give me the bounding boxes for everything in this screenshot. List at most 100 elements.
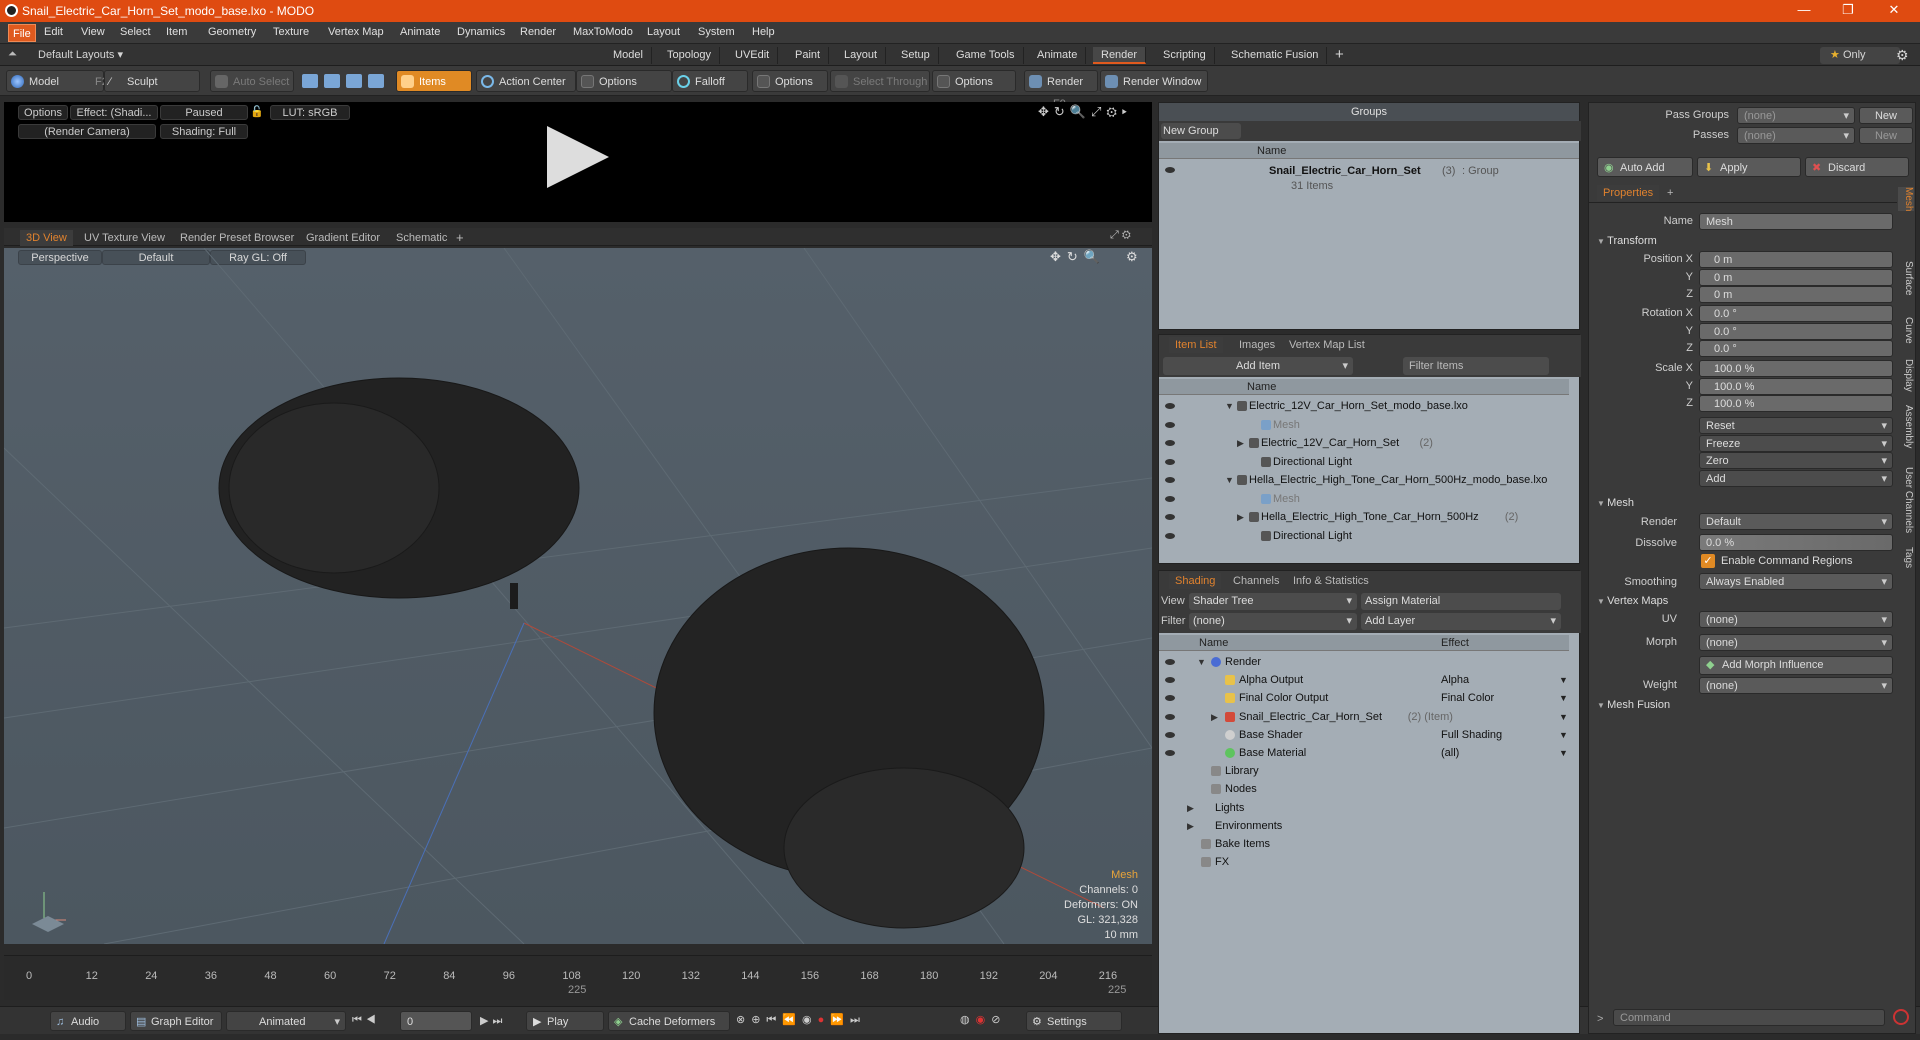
new-pass-button[interactable]: New bbox=[1859, 127, 1913, 144]
tab-vertex-map-list[interactable]: Vertex Map List bbox=[1283, 337, 1371, 353]
menu-view[interactable]: View bbox=[81, 26, 105, 38]
render-camera-dropdown[interactable]: (Render Camera) bbox=[18, 124, 156, 139]
items-mode-button[interactable]: Items bbox=[396, 70, 472, 92]
graph-editor-button[interactable]: ▤ Graph Editor bbox=[130, 1011, 222, 1031]
visibility-eye-icon[interactable] bbox=[1165, 440, 1175, 446]
tab-uv-texture-view[interactable]: UV Texture View bbox=[78, 230, 171, 246]
side-tab-tags[interactable]: Tags bbox=[1898, 547, 1914, 568]
tab-properties[interactable]: Properties bbox=[1597, 185, 1660, 201]
shader-row[interactable]: ▶ Environments bbox=[1159, 817, 1569, 835]
tab-item-list[interactable]: Item List bbox=[1169, 337, 1223, 353]
scale-field[interactable]: 100.0 % bbox=[1699, 395, 1893, 413]
shader-row[interactable]: Alpha Output Alpha ▼ bbox=[1159, 671, 1569, 689]
preview-options-button[interactable]: Options bbox=[18, 105, 68, 120]
falloff-button[interactable]: Falloff bbox=[672, 70, 748, 92]
model-mode-button[interactable]: Model F2 bbox=[6, 70, 108, 92]
visibility-eye-icon[interactable] bbox=[1165, 167, 1175, 173]
item-row[interactable]: Mesh bbox=[1159, 490, 1569, 508]
dropdown-arrow-icon[interactable]: ▼ bbox=[1559, 671, 1568, 689]
settings-button[interactable]: ⚙ Settings bbox=[1026, 1011, 1122, 1031]
cache-deformers-button[interactable]: ◈ Cache Deformers bbox=[608, 1011, 730, 1031]
menu-vertex-map[interactable]: Vertex Map bbox=[328, 26, 384, 38]
pos-field[interactable]: 0 m bbox=[1699, 286, 1893, 304]
dropdown-arrow-icon[interactable]: ▼ bbox=[1559, 689, 1568, 707]
tab-render-preset-browser[interactable]: Render Preset Browser bbox=[174, 230, 300, 246]
stop-icon[interactable] bbox=[1893, 1009, 1909, 1025]
shader-row[interactable]: Bake Items bbox=[1159, 835, 1569, 853]
menu-layout[interactable]: Layout bbox=[647, 26, 680, 38]
visibility-eye-icon[interactable] bbox=[1165, 677, 1175, 684]
apply-button[interactable]: ⬇ Apply bbox=[1697, 157, 1801, 177]
add-tab-icon[interactable]: + bbox=[1335, 46, 1344, 63]
dropdown-arrow-icon[interactable]: ▼ bbox=[1559, 726, 1568, 744]
side-tab-assembly[interactable]: Assembly bbox=[1898, 405, 1914, 448]
dropdown-arrow-icon[interactable]: ▼ bbox=[1559, 744, 1568, 762]
menu-maxtomodo[interactable]: MaxToModo bbox=[573, 26, 633, 38]
new-group-button[interactable]: New Group bbox=[1161, 123, 1241, 139]
transform-section[interactable]: Transform bbox=[1597, 233, 1657, 249]
visibility-eye-icon[interactable] bbox=[1165, 421, 1175, 428]
tab-animate[interactable]: Animate bbox=[1029, 47, 1087, 64]
expand-down-icon[interactable]: ▼ bbox=[1197, 653, 1206, 671]
side-tab-surface[interactable]: Surface bbox=[1898, 261, 1914, 295]
visibility-eye-icon[interactable] bbox=[1165, 695, 1175, 702]
shader-row[interactable]: ▼ Render bbox=[1159, 653, 1569, 671]
tab-info-statistics[interactable]: Info & Statistics bbox=[1287, 573, 1375, 589]
expand-down-icon[interactable]: ▼ bbox=[1225, 397, 1234, 415]
close-icon[interactable]: ✕ bbox=[1874, 2, 1914, 20]
visibility-eye-icon[interactable] bbox=[1165, 495, 1175, 502]
shader-row[interactable]: Base Shader Full Shading ▼ bbox=[1159, 726, 1569, 744]
auto-add-button[interactable]: ◉ Auto Add bbox=[1597, 157, 1693, 177]
paused-button[interactable]: Paused bbox=[160, 105, 248, 120]
timeline[interactable]: 0 12 24 36 48 60 72 84 96 108 120 132 144 156 168 180 19… bbox=[4, 955, 1152, 1000]
visibility-eye-icon[interactable] bbox=[1165, 532, 1175, 539]
uv-dropdown[interactable]: (none) bbox=[1699, 611, 1893, 629]
select-through-button[interactable]: Select Through bbox=[830, 70, 930, 92]
play-button[interactable]: ▶ Play bbox=[526, 1011, 604, 1031]
item-row[interactable]: ▼ Hella_Electric_High_Tone_Car_Horn_500Hz… bbox=[1159, 471, 1569, 489]
add-item-button[interactable]: Add Item bbox=[1163, 357, 1353, 375]
falloff-options[interactable]: Options bbox=[752, 70, 828, 92]
tab-channels[interactable]: Channels bbox=[1227, 573, 1285, 589]
command-input[interactable]: Command bbox=[1613, 1009, 1885, 1026]
tab-render[interactable]: Render bbox=[1093, 47, 1147, 64]
side-tab-curve[interactable]: Curve bbox=[1898, 317, 1914, 344]
item-row[interactable]: ▶ Hella_Electric_High_Tone_Car_Horn_500Hz… bbox=[1159, 508, 1569, 526]
menu-help[interactable]: Help bbox=[752, 26, 775, 38]
menu-geometry[interactable]: Geometry bbox=[208, 26, 256, 38]
transport-back-icons[interactable]: ⏮◀ bbox=[352, 1014, 380, 1027]
item-row[interactable]: Mesh bbox=[1159, 416, 1569, 434]
rot-field[interactable]: 0.0 ° bbox=[1699, 322, 1893, 340]
dissolve-field[interactable]: 0.0 % bbox=[1699, 534, 1893, 551]
shading-dropdown[interactable]: Shading: Full bbox=[160, 124, 248, 139]
shader-row[interactable]: FX bbox=[1159, 853, 1569, 871]
shader-row[interactable]: Final Color Output Final Color ▼ bbox=[1159, 689, 1569, 707]
shader-tree-dropdown[interactable]: Shader Tree bbox=[1189, 593, 1357, 610]
menu-edit[interactable]: Edit bbox=[44, 26, 63, 38]
play-icon[interactable] bbox=[547, 126, 609, 188]
visibility-eye-icon[interactable] bbox=[1165, 750, 1175, 756]
scale-field[interactable]: 100.0 % bbox=[1699, 377, 1893, 395]
tab-shading[interactable]: Shading bbox=[1169, 573, 1222, 589]
filter-dropdown[interactable]: (none) bbox=[1189, 613, 1357, 630]
add-layer-dropdown[interactable]: Add Layer bbox=[1361, 613, 1561, 630]
tab-layout[interactable]: Layout bbox=[836, 47, 887, 64]
passes-dropdown[interactable]: (none) bbox=[1737, 127, 1855, 145]
tab-schematic-fusion[interactable]: Schematic Fusion bbox=[1223, 47, 1328, 64]
only-toggle[interactable]: ★ Only bbox=[1820, 47, 1900, 64]
menu-select[interactable]: Select bbox=[120, 26, 151, 38]
default-layouts-dropdown[interactable]: Default Layouts ▾ bbox=[38, 48, 123, 61]
menu-file[interactable]: File bbox=[8, 24, 36, 42]
shader-row[interactable]: Library bbox=[1159, 762, 1569, 780]
name-field[interactable]: Mesh bbox=[1699, 213, 1893, 230]
expand-right-icon[interactable]: ▶ bbox=[1187, 817, 1194, 835]
shader-row[interactable]: ▶ Snail_Electric_Car_Horn_Set (2) (Item) ▼ bbox=[1159, 708, 1569, 726]
render-button[interactable]: Render F9 bbox=[1024, 70, 1098, 110]
gear-icon[interactable]: ⚙ bbox=[1896, 47, 1909, 64]
menu-render[interactable]: Render bbox=[520, 26, 556, 38]
visibility-eye-icon[interactable] bbox=[1165, 458, 1175, 465]
visibility-eye-icon[interactable] bbox=[1165, 514, 1175, 520]
selection-mode-icons[interactable] bbox=[300, 74, 392, 90]
vertex-maps-section[interactable]: Vertex Maps bbox=[1597, 593, 1668, 609]
transform-zero-dropdown[interactable]: Zero bbox=[1699, 452, 1893, 470]
